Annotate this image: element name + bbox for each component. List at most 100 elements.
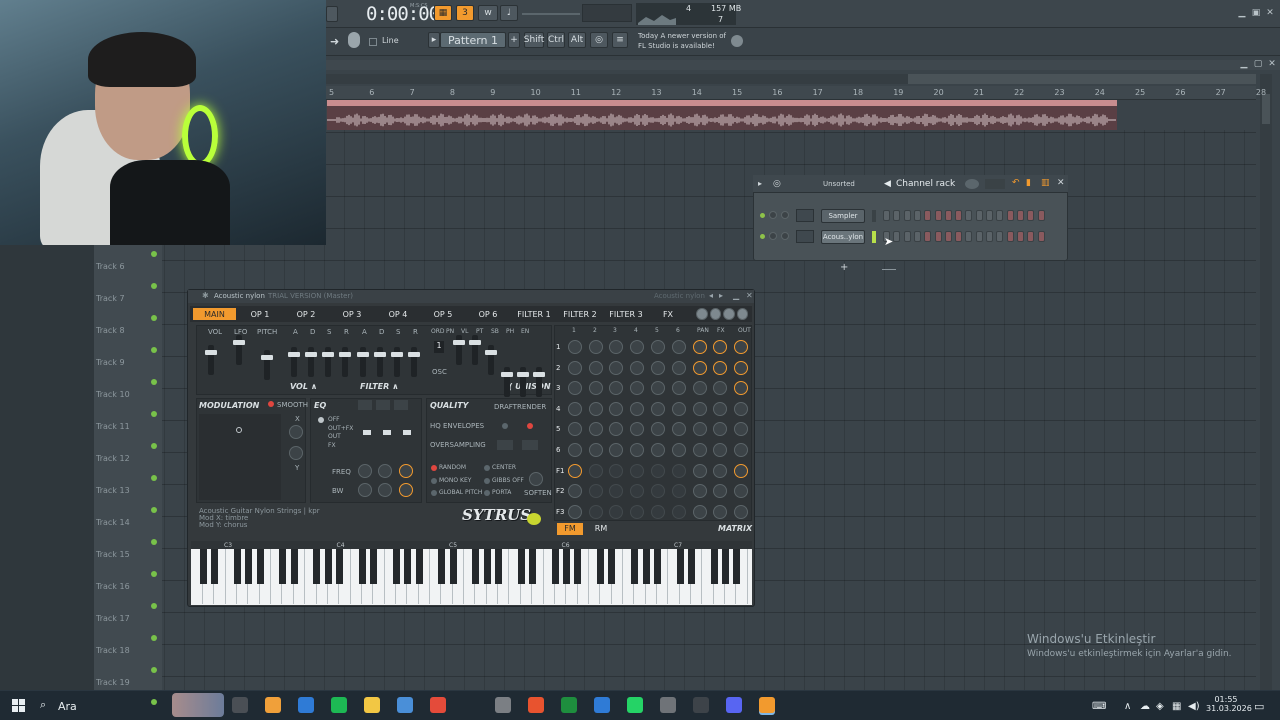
mod-y-knob[interactable] <box>289 446 303 460</box>
track-mute-led[interactable] <box>151 603 157 609</box>
piano-black-key[interactable] <box>529 549 536 584</box>
track-mute-led[interactable] <box>151 475 157 481</box>
step-button[interactable] <box>965 231 973 242</box>
tab-filter-1[interactable]: FILTER 1 <box>516 308 552 320</box>
matrix-knob[interactable] <box>651 504 665 519</box>
channel-select-led[interactable] <box>872 231 876 243</box>
track-mute-led[interactable] <box>151 283 157 289</box>
step-button[interactable] <box>975 210 983 221</box>
close-icon[interactable]: ✕ <box>1264 8 1276 18</box>
step-button[interactable] <box>934 231 942 242</box>
taskbar-search[interactable]: Ara <box>58 700 77 713</box>
undo-icon[interactable]: ↶ <box>1012 178 1020 188</box>
oversampling-draft[interactable] <box>497 440 513 450</box>
option-label[interactable]: GLOBAL PITCH <box>439 489 482 496</box>
step-button[interactable] <box>913 231 921 242</box>
matrix-knob[interactable] <box>609 463 623 478</box>
matrix-knob[interactable] <box>589 504 603 519</box>
slider-handle[interactable] <box>261 355 273 360</box>
slider-handle[interactable] <box>533 372 545 377</box>
playlist-close-icon[interactable]: ✕ <box>1266 59 1278 69</box>
mixer-icon[interactable]: ≡ <box>612 32 628 48</box>
task-view-icon[interactable] <box>232 697 248 713</box>
track-mute-led[interactable] <box>151 507 157 513</box>
eq-gain-handle[interactable] <box>383 430 391 435</box>
step-button[interactable] <box>965 210 973 221</box>
pattern-prev-icon[interactable]: ▸ <box>428 32 440 48</box>
ctrl-button[interactable]: Ctrl <box>547 32 565 48</box>
step-button[interactable] <box>944 210 952 221</box>
eq-gain-handle[interactable] <box>403 430 411 435</box>
channel-volume-knob[interactable] <box>781 211 789 219</box>
step-button[interactable] <box>955 231 963 242</box>
step-button[interactable] <box>903 231 911 242</box>
channel-mixer-track[interactable] <box>796 209 814 222</box>
channel-volume-knob[interactable] <box>781 232 789 240</box>
slider-handle[interactable] <box>288 352 300 357</box>
matrix-knob[interactable] <box>651 360 665 375</box>
step-button[interactable] <box>1016 210 1024 221</box>
eq-mode-option[interactable]: FX <box>328 442 336 449</box>
matrix-knob[interactable] <box>609 360 623 375</box>
track-mute-led[interactable] <box>151 635 157 641</box>
channel-rack-close-icon[interactable]: ✕ <box>1057 178 1065 188</box>
tray-chevron-icon[interactable]: ∧ <box>1124 701 1131 712</box>
tab-op-3[interactable]: OP 3 <box>334 308 370 320</box>
slider-handle[interactable] <box>453 340 465 345</box>
playlist-scrollbar[interactable] <box>326 74 1256 84</box>
option-label[interactable]: MONO KEY <box>439 477 471 484</box>
alt-button[interactable]: Alt <box>568 32 586 48</box>
step-button[interactable] <box>1016 231 1024 242</box>
eq-peak-icon[interactable] <box>376 400 390 410</box>
settings-icon[interactable] <box>723 308 735 320</box>
matrix-knob[interactable] <box>672 340 686 354</box>
step-button[interactable] <box>986 231 993 242</box>
matrix-knob[interactable] <box>672 463 686 478</box>
plugin-minimize-icon[interactable]: ▁ <box>733 291 739 300</box>
tab-filter-2[interactable]: FILTER 2 <box>562 308 598 320</box>
matrix-knob[interactable] <box>630 401 644 416</box>
eq-freq-knob-3[interactable] <box>399 464 413 478</box>
channel-filter-select[interactable]: Unsorted <box>823 180 855 188</box>
track-mute-led[interactable] <box>151 443 157 449</box>
slider-handle[interactable] <box>374 352 386 357</box>
slider-handle[interactable] <box>305 352 317 357</box>
fl-app-icon[interactable] <box>528 697 544 713</box>
matrix-knob[interactable] <box>693 443 707 457</box>
pattern-add-icon[interactable]: + <box>508 32 520 48</box>
network-icon[interactable]: ▦ <box>1172 701 1181 712</box>
rack-resize-handle[interactable] <box>882 269 896 270</box>
plugin-picker-icon[interactable]: ◎ <box>590 32 608 48</box>
slider-handle[interactable] <box>357 352 369 357</box>
matrix-knob[interactable] <box>734 443 748 457</box>
smooth-led[interactable] <box>268 401 274 407</box>
discord-icon[interactable] <box>726 697 742 713</box>
matrix-knob[interactable] <box>693 401 707 416</box>
piano-black-key[interactable] <box>324 549 332 584</box>
piano-black-key[interactable] <box>721 549 729 584</box>
piano-black-key[interactable] <box>245 549 253 584</box>
swing-knob[interactable] <box>965 179 979 189</box>
piano-black-key[interactable] <box>642 549 650 584</box>
excel-icon[interactable] <box>561 697 577 713</box>
track-name[interactable]: Track 10 <box>96 390 130 399</box>
matrix-knob[interactable] <box>568 504 582 519</box>
matrix-knob[interactable] <box>734 463 748 478</box>
step-button[interactable] <box>934 210 942 221</box>
piano-black-key[interactable] <box>483 549 491 584</box>
track-mute-led[interactable] <box>151 699 157 705</box>
channel-pan-knob[interactable] <box>769 232 777 240</box>
slider-handle[interactable] <box>408 352 420 357</box>
slider-handle[interactable] <box>469 340 481 345</box>
track-mute-led[interactable] <box>151 667 157 673</box>
option-label[interactable]: CENTER <box>492 464 516 471</box>
record-mode-button[interactable]: w <box>478 5 498 21</box>
eq-gain-handle[interactable] <box>363 430 371 435</box>
matrix-knob[interactable] <box>693 463 707 478</box>
step-button[interactable] <box>1006 210 1014 221</box>
metronome-icon[interactable]: ♩ <box>500 5 518 21</box>
app-icon-2[interactable] <box>660 697 676 713</box>
option-led[interactable] <box>431 490 437 496</box>
obs-icon[interactable] <box>693 697 709 713</box>
search-icon[interactable]: ⌕ <box>40 698 46 712</box>
